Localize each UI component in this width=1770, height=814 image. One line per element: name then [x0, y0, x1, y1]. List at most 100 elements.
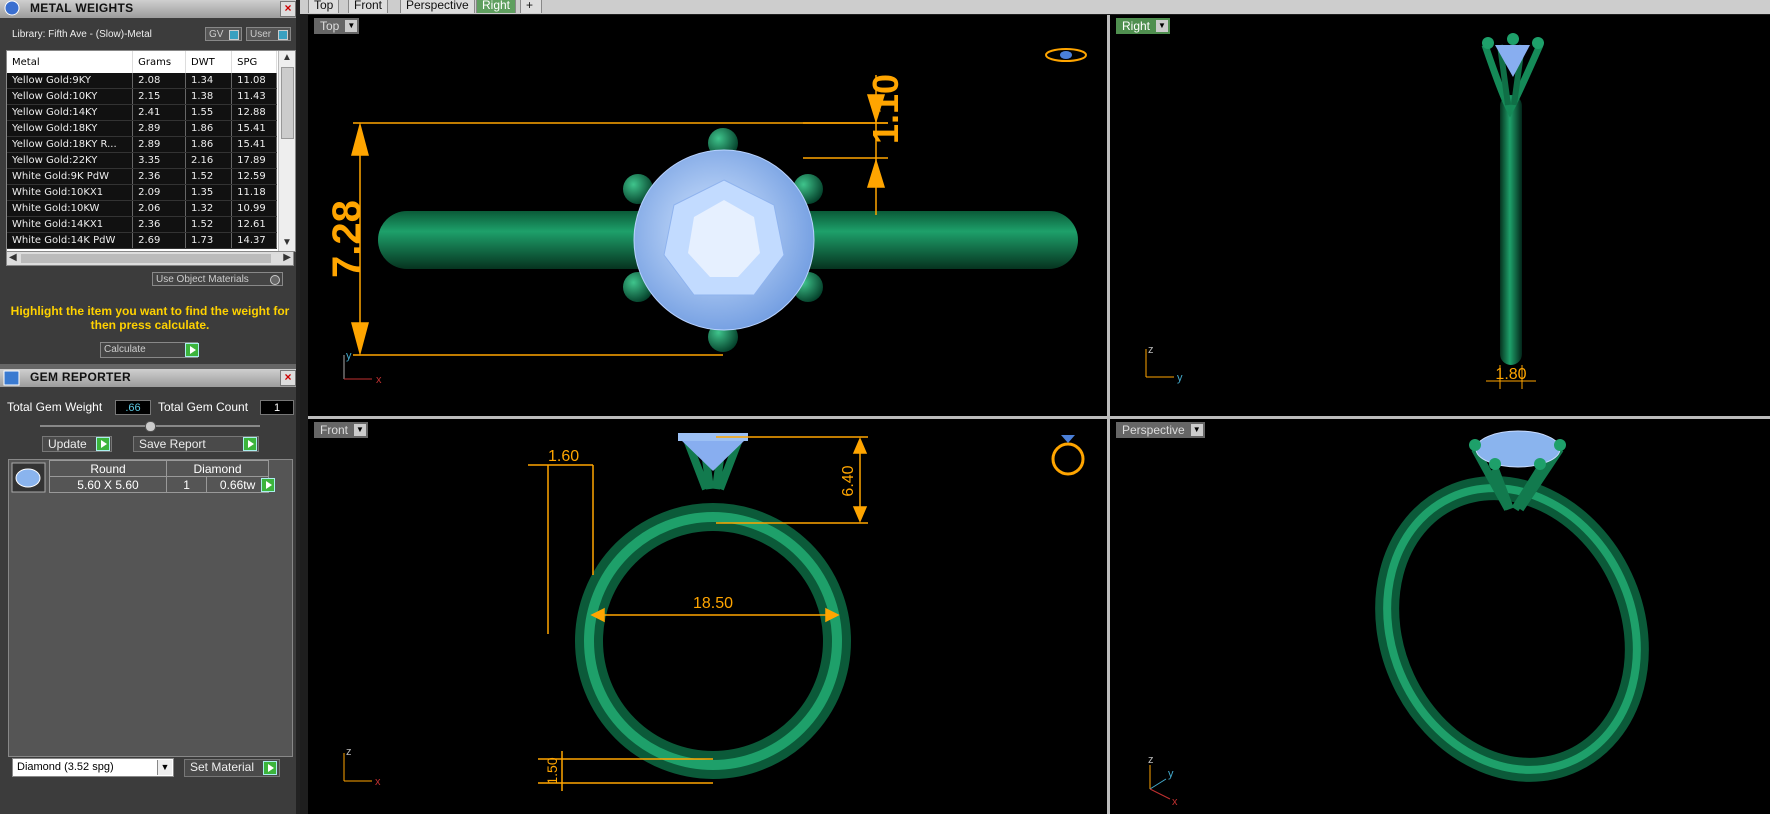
use-object-materials-toggle[interactable]: Use Object Materials: [152, 272, 283, 286]
add-tab-icon[interactable]: +: [520, 0, 542, 13]
tab-right[interactable]: Right: [476, 0, 517, 13]
chevron-down-icon[interactable]: ▼: [157, 760, 172, 775]
table-cell: 12.88: [231, 104, 277, 121]
scroll-thumb[interactable]: [281, 67, 294, 139]
gv-toggle[interactable]: GV: [205, 27, 242, 41]
close-icon[interactable]: ×: [280, 1, 296, 17]
table-cell: White Gold:14K PdW: [7, 232, 134, 249]
viewport-top[interactable]: 7.28 1.10 y x Top ▼: [308, 15, 1107, 416]
viewport-perspective[interactable]: z y x Perspective ▼: [1110, 419, 1770, 814]
close-icon[interactable]: ×: [280, 370, 296, 386]
table-cell: 3.35: [132, 152, 187, 169]
material-select[interactable]: Diamond (3.52 spg) ▼: [12, 758, 174, 777]
gem-reporter-titlebar: GEM REPORTER ×: [0, 369, 300, 387]
calculate-play-icon[interactable]: [185, 343, 199, 357]
gem-slider-thumb[interactable]: [145, 421, 156, 432]
set-material-play-icon[interactable]: [263, 761, 277, 775]
table-cell: 12.61: [231, 216, 277, 233]
table-cell: 1.86: [185, 136, 233, 153]
table-cell: 1.52: [185, 168, 233, 185]
table-cell: 2.36: [132, 168, 187, 185]
ring-thumbnail-icon: [1045, 48, 1087, 62]
gem-row-play-icon[interactable]: [261, 478, 275, 492]
table-cell: Yellow Gold:10KY: [7, 88, 134, 105]
scroll-right-icon[interactable]: ▶: [283, 252, 291, 263]
update-play-icon[interactable]: [96, 437, 110, 451]
scroll-left-icon[interactable]: ◀: [9, 252, 17, 263]
tab-perspective[interactable]: Perspective: [400, 0, 475, 13]
scroll-thumb[interactable]: [21, 254, 271, 263]
metal-weights-title: METAL WEIGHTS: [30, 1, 134, 15]
viewport-divider-vertical[interactable]: [1107, 15, 1110, 814]
table-cell: 2.09: [132, 184, 187, 201]
table-cell: 2.15: [132, 88, 187, 105]
prong-head: [1481, 33, 1544, 118]
table-row[interactable]: Yellow Gold:22KY 3.35 2.16 17.89: [7, 152, 277, 169]
table-row[interactable]: White Gold:14KX1 2.36 1.52 12.61: [7, 216, 277, 233]
gem-list[interactable]: Round Diamond 5.60 X 5.60 1 0.66tw: [8, 459, 293, 757]
table-cell: 2.06: [132, 200, 187, 217]
top-view-canvas: 7.28 1.10 y x: [325, 48, 1087, 386]
total-gem-weight-value: .66: [115, 400, 151, 415]
table-row[interactable]: Yellow Gold:18KY R... 2.89 1.86 15.41: [7, 136, 277, 153]
table-row[interactable]: White Gold:10KW 2.06 1.32 10.99: [7, 200, 277, 217]
right-view-canvas: 1.80 z y: [1145, 33, 1544, 389]
table-cell: 1.34: [185, 73, 233, 89]
table-row[interactable]: White Gold:10KX1 2.09 1.35 11.18: [7, 184, 277, 201]
viewport-front[interactable]: 1.60 6.40 18.50 1.50 z x Front ▼: [308, 419, 1107, 814]
ring-thumbnail-icon: [1051, 435, 1085, 476]
save-report-play-icon[interactable]: [243, 437, 257, 451]
table-cell: 1.86: [185, 120, 233, 137]
vertical-scrollbar[interactable]: ▲ ▼: [278, 51, 295, 251]
viewport-top-label[interactable]: Top ▼: [314, 18, 360, 34]
table-cell: 1.32: [185, 200, 233, 217]
table-cell: 2.08: [132, 73, 187, 89]
svg-text:y: y: [346, 350, 352, 362]
column-header[interactable]: Grams: [132, 51, 187, 73]
viewport-perspective-label[interactable]: Perspective ▼: [1116, 422, 1205, 438]
dim-head-height: 6.40: [840, 465, 857, 496]
viewport-front-label[interactable]: Front ▼: [314, 422, 369, 438]
table-cell: 17.89: [231, 152, 277, 169]
tab-front[interactable]: Front: [348, 0, 389, 13]
save-report-button[interactable]: Save Report: [133, 436, 259, 452]
table-row[interactable]: Yellow Gold:9KY 2.08 1.34 11.08: [7, 73, 277, 89]
horizontal-scrollbar[interactable]: ◀ ▶: [6, 251, 294, 266]
user-toggle[interactable]: User: [246, 27, 291, 41]
table-row[interactable]: White Gold:9K PdW 2.36 1.52 12.59: [7, 168, 277, 185]
total-gem-count-label: Total Gem Count: [158, 400, 249, 414]
dim-overall-height: 7.28: [325, 200, 369, 278]
viewport-right[interactable]: 1.80 z y Right ▼: [1110, 15, 1770, 416]
table-row[interactable]: White Gold:14K PdW 2.69 1.73 14.37: [7, 232, 277, 249]
table-cell: 11.43: [231, 88, 277, 105]
column-header[interactable]: Metal: [7, 51, 134, 73]
tab-top[interactable]: Top: [308, 0, 340, 13]
metal-weights-icon: [4, 0, 20, 16]
column-header[interactable]: DWT: [185, 51, 233, 73]
table-row[interactable]: Yellow Gold:10KY 2.15 1.38 11.43: [7, 88, 277, 105]
gem-material: Diamond: [166, 460, 269, 477]
table-cell: 2.16: [185, 152, 233, 169]
column-header[interactable]: SPG: [231, 51, 277, 73]
svg-text:x: x: [375, 776, 381, 788]
viewport-right-label[interactable]: Right ▼: [1116, 18, 1171, 34]
viewport-divider-horizontal[interactable]: [308, 416, 1770, 419]
gem-row[interactable]: Round Diamond 5.60 X 5.60 1 0.66tw: [49, 460, 269, 493]
svg-text:y: y: [1168, 768, 1174, 780]
dim-prong-offset: 1.60: [548, 448, 579, 465]
table-cell: 1.55: [185, 104, 233, 121]
scroll-down-icon[interactable]: ▼: [282, 237, 292, 248]
gem-count: 1: [165, 476, 208, 493]
dim-band-thickness: 1.50: [544, 757, 560, 784]
stone: [633, 149, 815, 331]
chevron-down-icon: ▼: [354, 424, 367, 436]
metal-table[interactable]: Metal Grams DWT SPG Yellow Gold:9KY 2.08 1.34…: [6, 50, 296, 252]
prong-head: [678, 433, 748, 491]
calculate-button[interactable]: Calculate: [100, 342, 198, 358]
scroll-up-icon[interactable]: ▲: [282, 52, 292, 63]
table-cell: 1.38: [185, 88, 233, 105]
gem-reporter-icon: [3, 370, 20, 386]
table-row[interactable]: Yellow Gold:14KY 2.41 1.55 12.88: [7, 104, 277, 121]
table-row[interactable]: Yellow Gold:18KY 2.89 1.86 15.41: [7, 120, 277, 137]
svg-text:z: z: [346, 746, 352, 758]
